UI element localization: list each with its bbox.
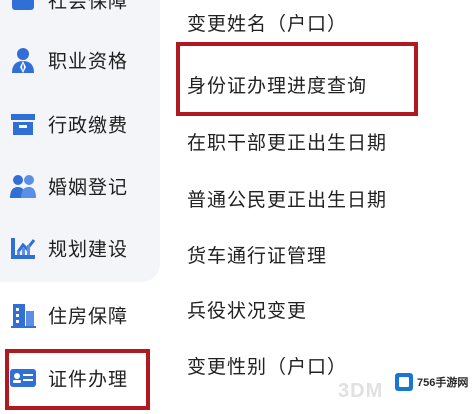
menu-item-truck-pass[interactable]: 货车通行证管理 (187, 241, 327, 268)
sidebar-item-professional-qualification[interactable]: 职业资格 (0, 34, 160, 86)
menu-item-cadre-birthdate-correction[interactable]: 在职干部更正出生日期 (187, 128, 387, 155)
housing-security-icon (9, 301, 37, 329)
planning-construction-icon (9, 234, 37, 262)
social-security-icon (9, 0, 37, 14)
menu-item-id-card-progress[interactable]: 身份证办理进度查询 (187, 71, 367, 98)
watermark-logo-icon (395, 373, 413, 391)
id-card-icon (9, 364, 37, 392)
sidebar: 社会保障 职业资格 行政缴费 婚姻登记 规划建设 住房保障 证件办理 (0, 0, 160, 414)
sidebar-item-label: 证件办理 (48, 368, 129, 391)
menu-item-change-gender[interactable]: 变更性别（户口） (187, 352, 347, 379)
sidebar-item-label: 行政缴费 (48, 114, 129, 137)
professional-qualification-icon (9, 46, 37, 74)
sidebar-item-planning-construction[interactable]: 规划建设 (0, 222, 160, 274)
sidebar-item-label: 婚姻登记 (48, 176, 129, 199)
sidebar-item-social-security[interactable]: 社会保障 (0, 0, 160, 26)
sidebar-item-label: 职业资格 (48, 50, 129, 73)
sidebar-item-id-card[interactable]: 证件办理 (0, 352, 160, 404)
watermark-logo: 756手游网 (395, 373, 468, 391)
menu-item-military-status[interactable]: 兵役状况变更 (187, 296, 307, 323)
watermark-brand: 756手游网 (417, 377, 469, 389)
sidebar-item-administrative-payment[interactable]: 行政缴费 (0, 98, 160, 150)
menu-item-change-name[interactable]: 变更姓名（户口） (187, 9, 347, 36)
sidebar-item-label: 规划建设 (48, 238, 129, 261)
app-root: 社会保障 职业资格 行政缴费 婚姻登记 规划建设 住房保障 证件办理 变更姓名（… (0, 0, 473, 414)
sidebar-item-label: 社会保障 (48, 0, 129, 13)
administrative-payment-icon (9, 110, 37, 138)
sidebar-item-marriage-registration[interactable]: 婚姻登记 (0, 160, 160, 212)
sidebar-item-housing-security[interactable]: 住房保障 (0, 289, 160, 341)
menu-item-citizen-birthdate-correction[interactable]: 普通公民更正出生日期 (187, 185, 387, 212)
sidebar-item-label: 住房保障 (48, 305, 129, 328)
watermark-3dm: 3DM (338, 380, 384, 402)
marriage-registration-icon (9, 172, 37, 200)
